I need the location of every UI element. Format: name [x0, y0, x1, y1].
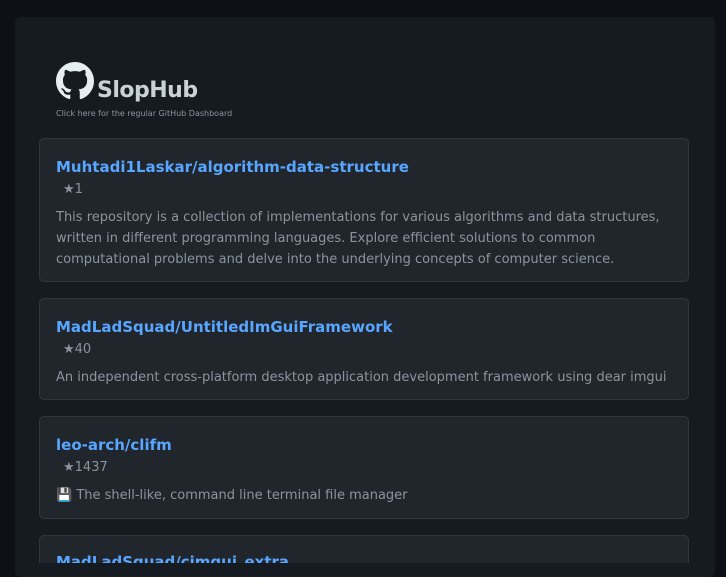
brand: SlopHub: [56, 58, 316, 103]
site-title: SlopHub: [97, 78, 198, 103]
repo-stars: ★40: [63, 342, 92, 357]
repo-stars: ★1437: [63, 460, 108, 475]
regular-dashboard-link[interactable]: Click here for the regular GitHub Dashbo…: [56, 109, 316, 118]
repo-description: An independent cross-platform desktop ap…: [56, 370, 667, 385]
repo-card: MadLadSquad/cimgui_extra: [39, 535, 689, 563]
repo-stars: ★1: [63, 182, 83, 197]
repo-description: 💾 The shell-like, command line terminal …: [56, 488, 408, 503]
repo-name-link[interactable]: leo-arch/clifm: [56, 436, 172, 454]
github-octocat-icon: [56, 62, 94, 100]
repo-card: leo-arch/clifm ★1437 💾 The shell-like, c…: [39, 416, 689, 519]
repo-name-link[interactable]: MadLadSquad/UntitledImGuiFramework: [56, 318, 393, 336]
repo-name-link[interactable]: MadLadSquad/cimgui_extra: [56, 553, 289, 563]
page-header: SlopHub Click here for the regular GitHu…: [56, 58, 316, 122]
repo-name-link[interactable]: Muhtadi1Laskar/algorithm-data-structure: [56, 158, 409, 176]
repo-description: This repository is a collection of imple…: [56, 210, 660, 267]
repo-card: MadLadSquad/UntitledImGuiFramework ★40 A…: [39, 298, 689, 400]
repo-card: Muhtadi1Laskar/algorithm-data-structure …: [39, 138, 689, 282]
